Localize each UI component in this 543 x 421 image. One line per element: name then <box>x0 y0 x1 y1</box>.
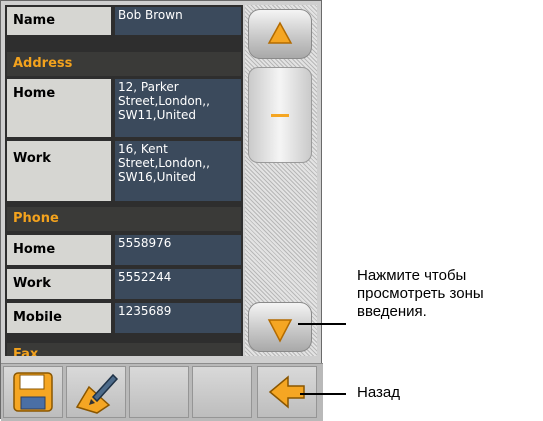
phone-home-field[interactable]: 5558976 <box>115 235 241 265</box>
scrollbar-thumb[interactable] <box>248 67 312 163</box>
scroll-up-button[interactable] <box>248 9 312 59</box>
scroll-down-button[interactable] <box>248 302 312 352</box>
phone-work-field[interactable]: 5552244 <box>115 269 241 299</box>
device-screen: Name Bob Brown Address Home 12, Parker S… <box>0 0 323 421</box>
toolbar-empty-slot-2 <box>192 366 252 418</box>
toolbar-empty-slot-1 <box>129 366 189 418</box>
phone-mobile-field[interactable]: 1235689 <box>115 303 241 333</box>
triangle-down-icon <box>267 319 293 343</box>
edit-pencil-icon <box>75 373 119 414</box>
scrollbar[interactable] <box>245 5 317 356</box>
address-work-field[interactable]: 16, Kent Street,London,, SW16,United <box>115 141 241 201</box>
address-home-row: Home 12, Parker Street,London,, SW11,Uni… <box>7 79 241 137</box>
back-hint-callout: Назад <box>357 384 400 401</box>
back-hint-leader-line <box>300 393 346 395</box>
address-section-header: Address <box>7 52 241 76</box>
grip-icon <box>271 114 289 117</box>
address-home-field[interactable]: 12, Parker Street,London,, SW11,United <box>115 79 241 137</box>
back-button[interactable] <box>257 366 317 418</box>
address-home-label: Home <box>7 79 111 137</box>
triangle-up-icon <box>267 21 293 44</box>
contact-details-list: Name Bob Brown Address Home 12, Parker S… <box>5 5 243 356</box>
name-field[interactable]: Bob Brown <box>115 7 241 35</box>
fax-section-header: Fax <box>7 343 241 356</box>
save-button[interactable] <box>3 366 63 418</box>
left-arrow-icon <box>268 375 305 409</box>
floppy-disk-icon <box>13 372 53 412</box>
phone-section-header: Phone <box>7 207 241 231</box>
address-work-label: Work <box>7 141 111 201</box>
phone-mobile-row: Mobile 1235689 <box>7 303 241 333</box>
phone-work-row: Work 5552244 <box>7 269 241 299</box>
phone-home-label: Home <box>7 235 111 265</box>
name-row: Name Bob Brown <box>7 7 241 35</box>
address-work-row: Work 16, Kent Street,London,, SW16,Unite… <box>7 141 241 201</box>
scroll-hint-leader-line <box>298 323 346 325</box>
phone-work-label: Work <box>7 269 111 299</box>
bottom-toolbar <box>1 363 323 421</box>
scroll-hint-callout: Нажмите чтобы просмотреть зоны введения. <box>357 267 484 320</box>
edit-button[interactable] <box>66 366 126 418</box>
phone-mobile-label: Mobile <box>7 303 111 333</box>
phone-home-row: Home 5558976 <box>7 235 241 265</box>
name-label: Name <box>7 7 111 35</box>
